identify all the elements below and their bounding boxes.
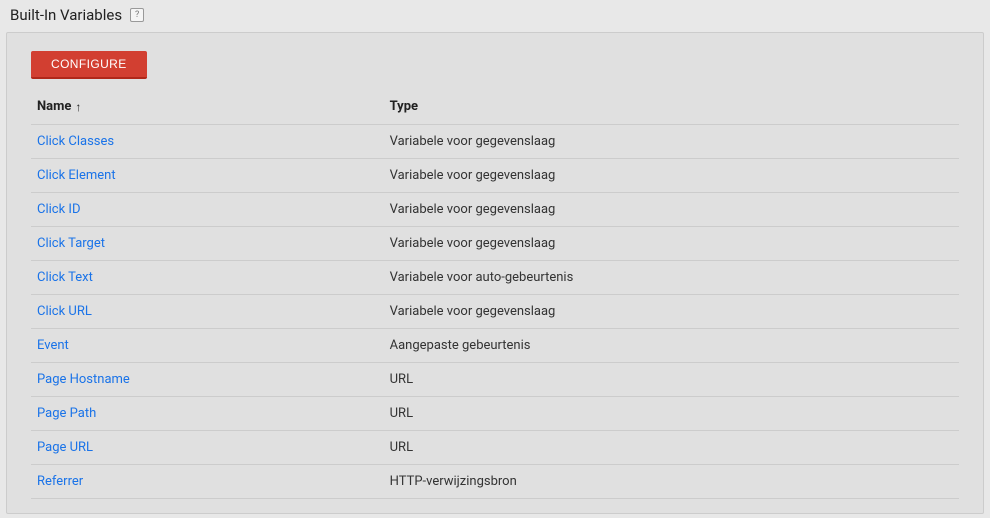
variable-name-link[interactable]: Click Text	[37, 270, 93, 285]
variable-type-cell: Variabele voor gegevenslaag	[384, 193, 959, 227]
variable-name-link[interactable]: Page URL	[37, 440, 93, 455]
variables-panel: CONFIGURE Name ↑ Type Click Classes Varia…	[6, 32, 984, 514]
configure-button[interactable]: CONFIGURE	[31, 51, 147, 79]
variable-name-link[interactable]: Click Target	[37, 236, 105, 251]
column-header-type[interactable]: Type	[390, 99, 418, 114]
variable-name-link[interactable]: Page Hostname	[37, 372, 130, 387]
variable-type-cell: URL	[384, 397, 959, 431]
variable-type-cell: Variabele voor auto-gebeurtenis	[384, 261, 959, 295]
table-row[interactable]: Click Target Variabele voor gegevenslaag	[31, 227, 959, 261]
variable-type-cell: Variabele voor gegevenslaag	[384, 227, 959, 261]
sort-arrow-up-icon: ↑	[75, 101, 81, 113]
section-title: Built-In Variables	[10, 6, 122, 24]
variable-type-cell: Aangepaste gebeurtenis	[384, 329, 959, 363]
column-header-name-label: Name	[37, 99, 71, 114]
section-header: Built-In Variables ?	[0, 0, 990, 32]
table-row[interactable]: Page Hostname URL	[31, 363, 959, 397]
variable-name-link[interactable]: Page Path	[37, 406, 96, 421]
variable-type-cell: URL	[384, 431, 959, 465]
table-row[interactable]: Referrer HTTP-verwijzingsbron	[31, 465, 959, 499]
table-row[interactable]: Click Classes Variabele voor gegevenslaag	[31, 125, 959, 159]
variable-type-cell: URL	[384, 363, 959, 397]
variable-type-cell: Variabele voor gegevenslaag	[384, 295, 959, 329]
column-header-name[interactable]: Name ↑	[37, 99, 81, 114]
variable-name-link[interactable]: Click ID	[37, 202, 80, 217]
variable-name-link[interactable]: Click Classes	[37, 134, 114, 149]
table-row[interactable]: Click Text Variabele voor auto-gebeurteni…	[31, 261, 959, 295]
table-row[interactable]: Page URL URL	[31, 431, 959, 465]
table-row[interactable]: Click URL Variabele voor gegevenslaag	[31, 295, 959, 329]
variable-type-cell: Variabele voor gegevenslaag	[384, 159, 959, 193]
variable-name-link[interactable]: Click Element	[37, 168, 116, 183]
table-row[interactable]: Click Element Variabele voor gegevenslaag	[31, 159, 959, 193]
table-row[interactable]: Event Aangepaste gebeurtenis	[31, 329, 959, 363]
variables-table: Name ↑ Type Click Classes Variabele voor …	[31, 91, 959, 499]
variable-name-link[interactable]: Event	[37, 338, 69, 353]
table-row[interactable]: Click ID Variabele voor gegevenslaag	[31, 193, 959, 227]
variable-type-cell: Variabele voor gegevenslaag	[384, 125, 959, 159]
variable-name-link[interactable]: Click URL	[37, 304, 92, 319]
table-row[interactable]: Page Path URL	[31, 397, 959, 431]
help-icon[interactable]: ?	[130, 8, 144, 22]
variable-name-link[interactable]: Referrer	[37, 474, 83, 489]
variable-type-cell: HTTP-verwijzingsbron	[384, 465, 959, 499]
